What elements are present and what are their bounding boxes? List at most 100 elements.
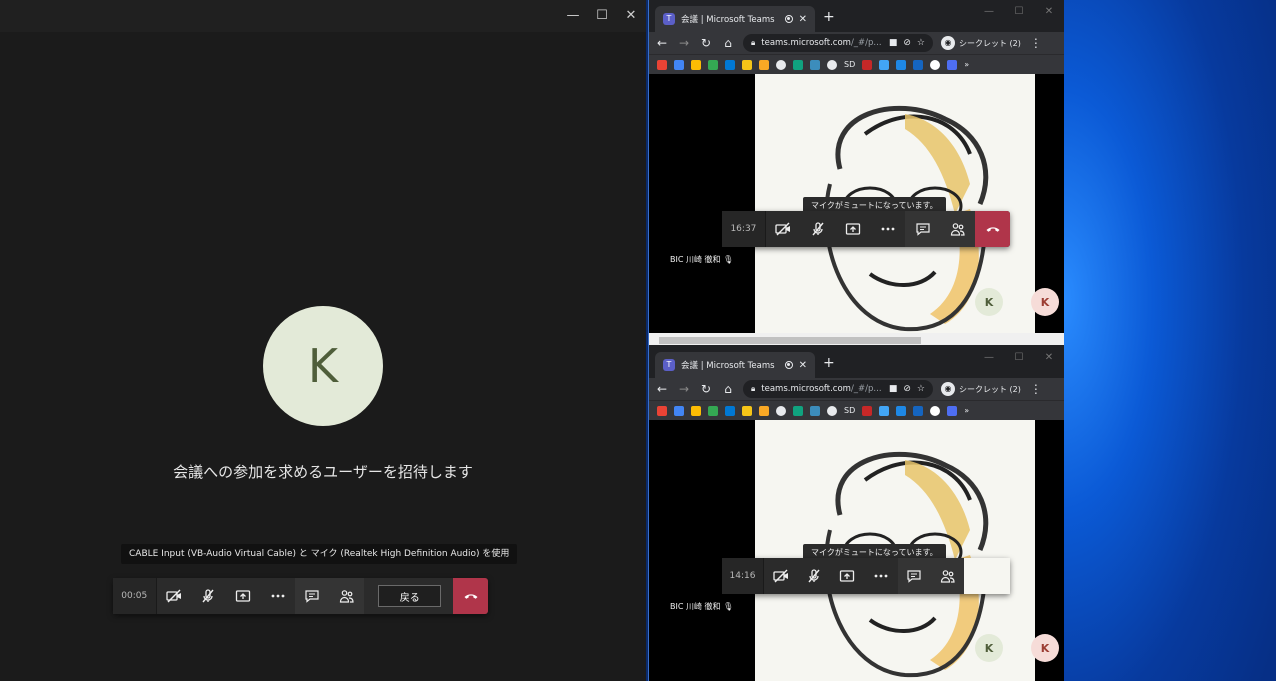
participants-button[interactable] — [329, 578, 365, 614]
forward-arrow-icon[interactable]: → — [677, 382, 691, 396]
bookmark-sd[interactable]: SD — [844, 406, 855, 415]
tab-close-icon[interactable]: ✕ — [799, 14, 807, 25]
address-bar[interactable]: 🔒︎ teams.microsoft.com/_#/p... ■ ⊘ ☆ — [743, 34, 933, 52]
star-icon[interactable]: ☆ — [917, 38, 925, 48]
browser-tab[interactable]: T 会議 | Microsoft Teams ✕ — [655, 6, 815, 32]
bookmark-sharepoint-icon[interactable] — [793, 405, 803, 416]
camera-off-button[interactable] — [156, 578, 192, 614]
bookmark-translate-icon[interactable] — [947, 59, 958, 70]
bookmark-globe-icon[interactable] — [776, 59, 786, 70]
bookmark-globe-icon[interactable] — [776, 405, 786, 416]
home-icon[interactable]: ⌂ — [721, 382, 735, 396]
incognito-indicator[interactable]: ◉ シークレット (2) — [941, 36, 1021, 50]
bookmark-onedrive-icon[interactable] — [879, 59, 890, 70]
camera-off-button[interactable] — [765, 211, 801, 247]
minimize-button[interactable]: — — [979, 6, 999, 17]
bookmark-hand-icon[interactable] — [742, 405, 752, 416]
mic-muted-button[interactable] — [191, 578, 226, 614]
menu-kebab-icon[interactable]: ⋮ — [1029, 382, 1043, 396]
hang-up-button[interactable] — [453, 578, 488, 614]
forward-arrow-icon[interactable]: → — [677, 36, 691, 50]
minimize-button[interactable]: — — [563, 8, 583, 24]
bookmark-red-icon[interactable] — [862, 405, 873, 416]
bookmark-cloud-icon[interactable] — [725, 405, 735, 416]
bookmark-drive-icon[interactable] — [708, 59, 718, 70]
menu-kebab-icon[interactable]: ⋮ — [1029, 36, 1043, 50]
participant-avatar[interactable]: K — [1031, 634, 1059, 662]
maximize-button[interactable]: ☐ — [1009, 352, 1029, 363]
bookmark-analytics-icon[interactable] — [759, 405, 769, 416]
home-icon[interactable]: ⌂ — [721, 36, 735, 50]
bookmark-globe-icon[interactable] — [827, 405, 837, 416]
bookmark-gmail-icon[interactable] — [657, 405, 667, 416]
reload-icon[interactable]: ↻ — [699, 382, 713, 396]
more-actions-button[interactable] — [870, 211, 906, 247]
more-actions-button[interactable] — [260, 578, 295, 614]
hang-up-button[interactable] — [975, 211, 1010, 247]
back-arrow-icon[interactable]: ← — [655, 36, 669, 50]
new-tab-button[interactable]: + — [823, 9, 835, 25]
bookmarks-overflow-icon[interactable]: » — [964, 406, 969, 415]
bookmark-globe-icon[interactable] — [827, 59, 837, 70]
participant-avatar[interactable]: K — [975, 634, 1003, 662]
participants-button[interactable] — [930, 558, 965, 594]
invite-prompt[interactable]: 会議への参加を求めるユーザーを招待します — [0, 461, 646, 482]
bookmark-translate-icon[interactable] — [947, 405, 958, 416]
bookmark-zoom-icon[interactable] — [896, 405, 907, 416]
camera-icon[interactable]: ■ — [889, 38, 898, 48]
camera-icon[interactable]: ■ — [889, 384, 898, 394]
browser-tab[interactable]: T 会議 | Microsoft Teams ✕ — [655, 352, 815, 378]
mic-muted-button[interactable] — [800, 211, 836, 247]
incognito-indicator[interactable]: ◉ シークレット (2) — [941, 382, 1021, 396]
bookmark-outlook-icon[interactable] — [810, 405, 820, 416]
share-screen-button[interactable] — [225, 578, 261, 614]
bookmark-calendar-icon[interactable] — [674, 59, 684, 70]
eye-off-icon[interactable]: ⊘ — [903, 38, 911, 48]
back-button[interactable]: 戻る — [378, 585, 442, 607]
bookmark-hand-icon[interactable] — [742, 59, 752, 70]
bookmark-p-icon[interactable] — [913, 405, 924, 416]
bookmark-analytics-icon[interactable] — [759, 59, 769, 70]
chat-button[interactable] — [905, 211, 941, 247]
bookmark-sharepoint-icon[interactable] — [793, 59, 803, 70]
back-arrow-icon[interactable]: ← — [655, 382, 669, 396]
bookmark-outlook-icon[interactable] — [810, 59, 820, 70]
maximize-button[interactable]: ☐ — [592, 8, 612, 24]
bookmark-p-icon[interactable] — [913, 59, 924, 70]
share-screen-button[interactable] — [830, 558, 865, 594]
bookmark-google-icon[interactable] — [930, 59, 941, 70]
bookmark-onedrive-icon[interactable] — [879, 405, 890, 416]
star-icon[interactable]: ☆ — [917, 384, 925, 394]
eye-off-icon[interactable]: ⊘ — [903, 384, 911, 394]
bookmark-drive-icon[interactable] — [708, 405, 718, 416]
participant-avatar[interactable]: K — [1031, 288, 1059, 316]
bookmark-calendar-icon[interactable] — [674, 405, 684, 416]
bookmarks-overflow-icon[interactable]: » — [964, 60, 969, 69]
camera-off-button[interactable] — [764, 558, 798, 594]
reload-icon[interactable]: ↻ — [699, 36, 713, 50]
participant-avatar[interactable]: K — [975, 288, 1003, 316]
horizontal-scrollbar[interactable] — [649, 336, 1064, 345]
mic-muted-button[interactable] — [797, 558, 831, 594]
bookmark-sd[interactable]: SD — [844, 60, 855, 69]
bookmark-zoom-icon[interactable] — [896, 59, 907, 70]
participants-button[interactable] — [940, 211, 976, 247]
scrollbar-thumb[interactable] — [659, 337, 921, 344]
maximize-button[interactable]: ☐ — [1009, 6, 1029, 17]
chat-button[interactable] — [294, 578, 330, 614]
bookmark-red-icon[interactable] — [862, 59, 873, 70]
close-button[interactable]: ✕ — [1039, 6, 1059, 17]
more-actions-button[interactable] — [864, 558, 898, 594]
bookmark-cloud-icon[interactable] — [725, 59, 735, 70]
address-bar[interactable]: 🔒︎ teams.microsoft.com/_#/p... ■ ⊘ ☆ — [743, 380, 933, 398]
bookmark-keep-icon[interactable] — [691, 405, 701, 416]
close-button[interactable]: ✕ — [621, 8, 641, 24]
minimize-button[interactable]: — — [979, 352, 999, 363]
share-screen-button[interactable] — [835, 211, 871, 247]
close-button[interactable]: ✕ — [1039, 352, 1059, 363]
tab-close-icon[interactable]: ✕ — [799, 360, 807, 371]
bookmark-keep-icon[interactable] — [691, 59, 701, 70]
bookmark-google-icon[interactable] — [930, 405, 941, 416]
new-tab-button[interactable]: + — [823, 355, 835, 371]
bookmark-gmail-icon[interactable] — [657, 59, 667, 70]
